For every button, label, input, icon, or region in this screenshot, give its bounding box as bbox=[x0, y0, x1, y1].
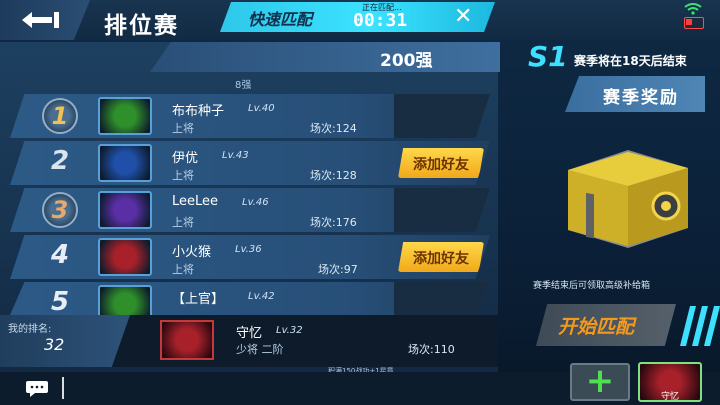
quick-match-label: 快速匹配 bbox=[248, 10, 313, 29]
start-match-label: 开始匹配 bbox=[558, 316, 635, 338]
player-name: 布布种子 bbox=[172, 104, 225, 119]
season-reward-tab[interactable]: 赛季奖励 bbox=[565, 76, 705, 112]
rank-number: 3 bbox=[51, 196, 69, 224]
rank-number: 2 bbox=[50, 146, 70, 176]
start-match-button[interactable]: 开始匹配 bbox=[536, 304, 676, 346]
season-reward-label: 赛季奖励 bbox=[603, 88, 679, 108]
leaderboard-row[interactable]: 2 伊优 Lv.43 上将 场次:128 添加好友 bbox=[10, 141, 490, 185]
player-match-count: 场次:124 bbox=[310, 122, 357, 135]
supply-chest-icon[interactable] bbox=[558, 140, 698, 250]
my-avatar bbox=[160, 320, 214, 360]
battery-icon bbox=[684, 17, 704, 29]
my-rank-name: 少将 二阶 bbox=[236, 343, 284, 356]
row-action-slot bbox=[394, 94, 490, 138]
row-action-slot bbox=[394, 282, 490, 315]
player-name: LeeLee bbox=[172, 194, 219, 209]
chest-note: 赛季结束后可领取高级补给箱 bbox=[533, 281, 651, 291]
leaderboard-row[interactable]: 4 小火猴 Lv.36 上将 场次:97 添加好友 bbox=[10, 235, 490, 279]
my-rank-value: 32 bbox=[44, 335, 65, 354]
cancel-match-button[interactable]: ✕ bbox=[454, 4, 472, 29]
rank-number: 1 bbox=[51, 102, 69, 130]
player-rank-name: 上将 bbox=[172, 216, 194, 229]
player-rank-name: 上将 bbox=[172, 169, 194, 182]
plus-icon: + bbox=[585, 361, 615, 401]
leaderboard-row[interactable]: 1 布布种子 Lv.40 上将 场次:124 bbox=[10, 94, 490, 138]
player-level: Lv.46 bbox=[242, 197, 269, 208]
rank-number: 5 bbox=[50, 287, 70, 317]
player-level: Lv.42 bbox=[248, 291, 275, 302]
chat-input-cursor bbox=[62, 377, 64, 399]
player-match-count: 场次:97 bbox=[318, 263, 358, 276]
player-match-count: 场次:176 bbox=[310, 216, 357, 229]
add-friend-button[interactable]: 添加好友 bbox=[398, 148, 484, 178]
decorative-stripes-icon bbox=[680, 306, 720, 346]
player-level: Lv.40 bbox=[248, 103, 275, 114]
page-title: 排位赛 bbox=[104, 13, 179, 39]
chat-icon[interactable] bbox=[26, 381, 48, 397]
player-rank-name: 上将 bbox=[172, 263, 194, 276]
my-match-count: 场次:110 bbox=[408, 343, 455, 356]
wifi-icon bbox=[684, 3, 702, 15]
invite-party-button[interactable]: + bbox=[570, 361, 630, 401]
player-level: Lv.43 bbox=[222, 150, 249, 161]
my-level: Lv.32 bbox=[276, 325, 303, 336]
player-name: 伊优 bbox=[172, 151, 199, 166]
leaderboard-subheader: 8强 bbox=[235, 80, 252, 91]
player-avatar bbox=[98, 97, 152, 135]
player-avatar bbox=[98, 191, 152, 229]
rank-number: 4 bbox=[50, 240, 70, 270]
player-avatar bbox=[98, 238, 152, 276]
leaderboard-row[interactable]: 5 【上官】 Lv.42 bbox=[10, 282, 490, 315]
add-friend-label: 添加好友 bbox=[413, 251, 469, 267]
rank-medal-icon: 3 bbox=[42, 192, 78, 228]
player-level: Lv.36 bbox=[235, 244, 262, 255]
leaderboard-tier-tab[interactable]: 200强 bbox=[150, 42, 500, 72]
season-id: S1 bbox=[528, 40, 568, 73]
player-match-count: 场次:128 bbox=[310, 169, 357, 182]
leaderboard-row[interactable]: 3 LeeLee Lv.46 上将 场次:176 bbox=[10, 188, 490, 232]
row-action-slot bbox=[394, 188, 490, 232]
my-name: 守忆 bbox=[236, 326, 263, 341]
player-name: 【上官】 bbox=[172, 292, 225, 307]
player-rank-name: 上将 bbox=[172, 122, 194, 135]
matching-timer: 00:31 bbox=[353, 10, 408, 31]
tier-label: 200强 bbox=[380, 51, 433, 71]
add-friend-button[interactable]: 添加好友 bbox=[398, 242, 484, 272]
back-arrow-icon bbox=[22, 12, 59, 28]
player-avatar bbox=[98, 144, 152, 182]
party-member-name: 守忆 bbox=[660, 392, 679, 402]
add-friend-label: 添加好友 bbox=[413, 157, 469, 173]
player-name: 小火猴 bbox=[172, 245, 212, 260]
season-end-text: 赛季将在18天后结束 bbox=[574, 54, 687, 68]
my-rank-label: 我的排名: bbox=[8, 324, 52, 335]
rank-medal-icon: 1 bbox=[42, 98, 78, 134]
